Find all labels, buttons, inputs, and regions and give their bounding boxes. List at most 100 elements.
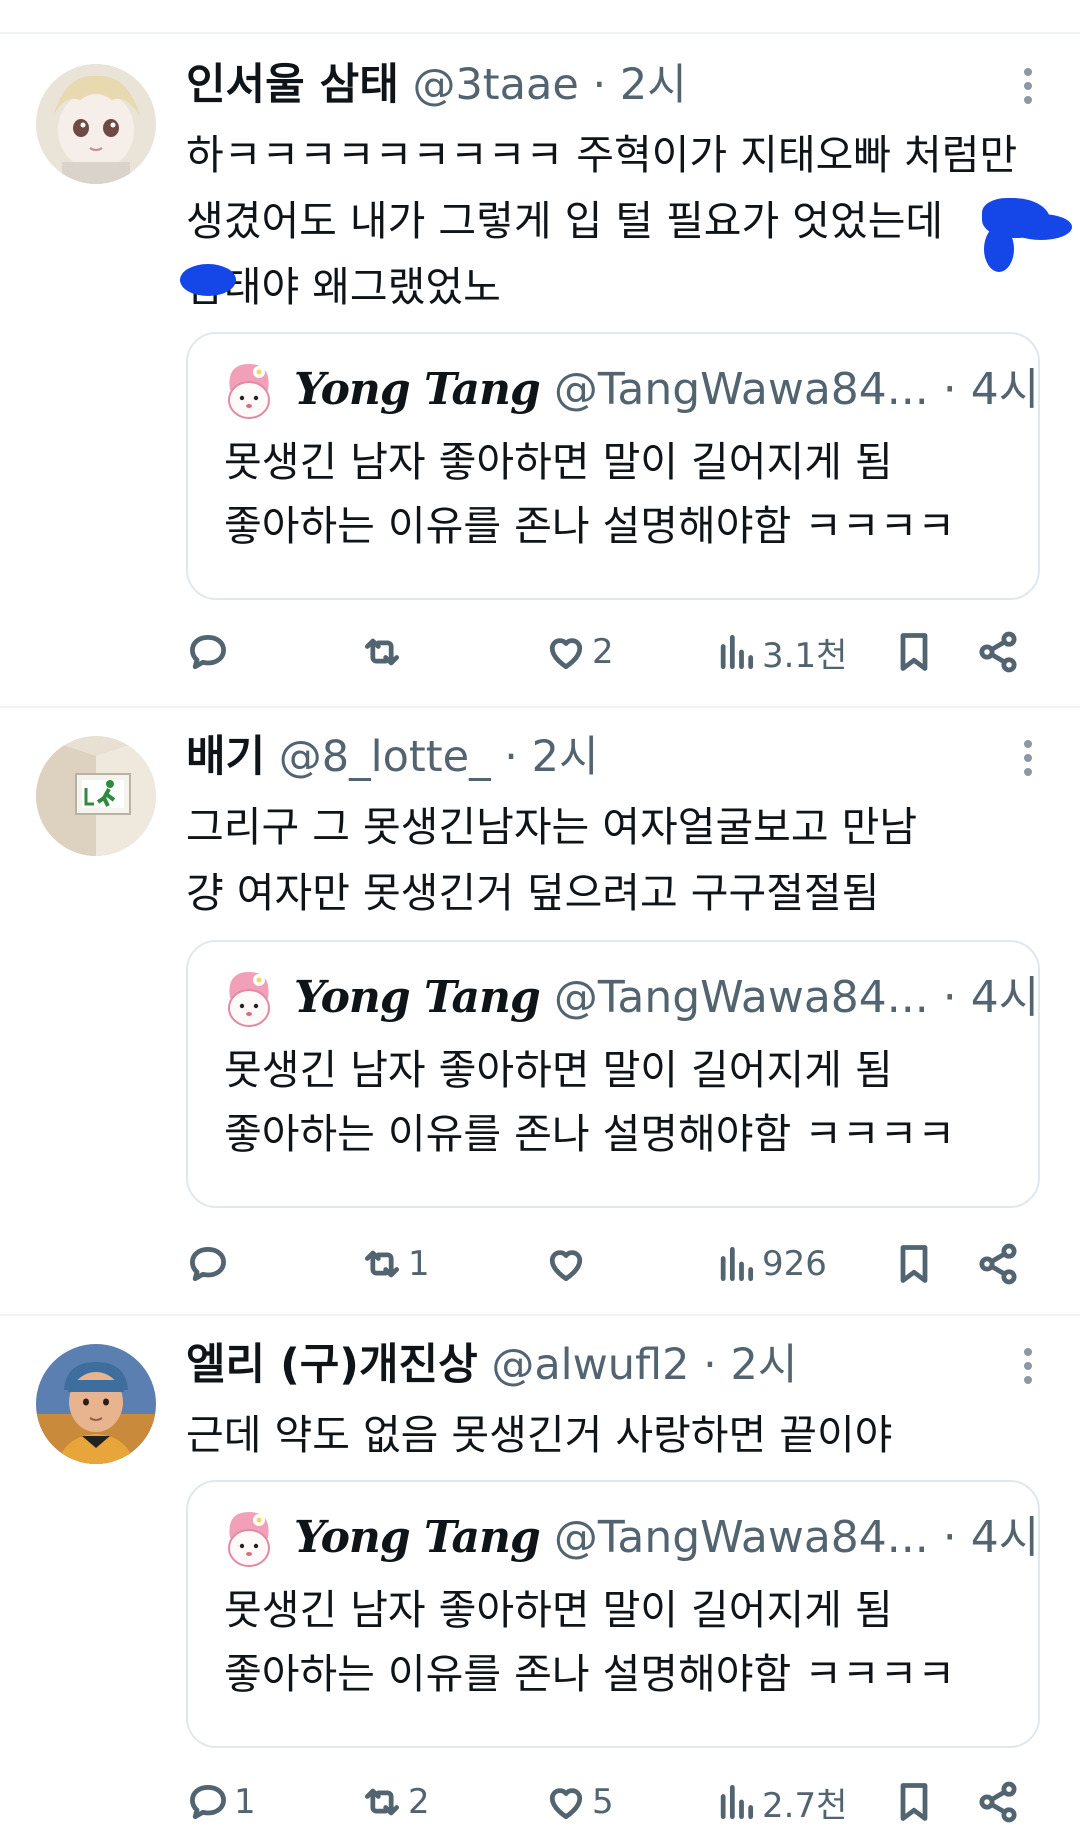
retweet-button[interactable]: 1 [360,1234,430,1294]
post-text: 하ㅋㅋㅋㅋㅋㅋㅋㅋㅋ 주혁이가 지태오빠 처럼만 생겼어도 내가 그렇게 입 털… [186,122,1017,320]
quoted-time: · 4시 [942,364,1040,415]
post-text-line: 삼태야 왜그랬었노 [186,263,501,311]
quoted-time: · 4시 [942,972,1040,1023]
retweet-button[interactable]: 2 [360,1772,430,1832]
share-button[interactable] [976,622,1020,682]
quoted-author-name: Yong Tang [294,972,541,1023]
like-button[interactable]: 2 [544,622,614,682]
action-bar: 1 2 5 2.7천 [186,1772,1026,1832]
bookmark-button[interactable] [892,622,936,682]
redaction-mark [1010,214,1072,240]
post-1[interactable]: 인서울 삼태 @3taae · 2시 하ㅋㅋㅋㅋㅋㅋㅋㅋㅋ 주혁이가 지태오빠 … [0,36,1080,708]
heart-icon [549,1250,583,1282]
post-time[interactable]: 2시 [620,60,687,110]
redaction-mark [180,264,236,296]
author-handle[interactable]: @3taae [412,60,578,110]
reply-button[interactable] [186,1234,234,1294]
bookmark-button[interactable] [892,1234,936,1294]
more-icon[interactable] [1022,740,1034,780]
quoted-text-line: 못생긴 남자 좋아하면 말이 길어지게 됨 [224,438,893,486]
more-icon[interactable] [1022,68,1034,108]
post-time[interactable]: 2시 [532,732,599,782]
post-time[interactable]: 2시 [731,1340,798,1390]
avatar[interactable] [36,1344,156,1464]
retweet-icon [364,1788,400,1816]
heart-icon [549,638,583,670]
quoted-avatar [222,968,276,1032]
quoted-author-name: Yong Tang [294,364,541,415]
share-icon [979,1781,1017,1823]
quoted-header: Yong Tang @TangWawa84... · 4시 [294,964,1039,1032]
avatar[interactable] [36,64,156,184]
post-header: 인서울 삼태 @3taae · 2시 [186,54,687,116]
action-bar: 2 3.1천 [186,622,1026,682]
share-icon [979,1243,1017,1285]
bookmark-icon [900,1783,928,1821]
quoted-header: Yong Tang @TangWawa84... · 4시 [294,1504,1039,1572]
quoted-avatar [222,360,276,424]
quoted-text-line: 좋아하는 이유를 존나 설명해야함 ㅋㅋㅋㅋ [224,1650,956,1698]
reply-icon [190,1784,226,1820]
post-3[interactable]: 엘리 (구)개진상 @alwufl2 · 2시 근데 약도 없음 못생긴거 사랑… [0,1316,1080,1845]
quoted-avatar [222,1508,276,1572]
post-2[interactable]: 배기 @8_lotte_ · 2시 그리구 그 못생긴남자는 여자얼굴보고 만남… [0,708,1080,1316]
retweet-icon [364,1250,400,1278]
views-button[interactable]: 926 [714,1234,827,1294]
retweet-count: 1 [408,1244,430,1284]
quoted-post[interactable]: Yong Tang @TangWawa84... · 4시 못생긴 남자 좋아하… [186,1480,1040,1748]
quoted-author-handle: @TangWawa84... [553,972,929,1023]
quoted-text-line: 좋아하는 이유를 존나 설명해야함 ㅋㅋㅋㅋ [224,502,956,550]
quoted-author-handle: @TangWawa84... [553,1512,929,1563]
quoted-post[interactable]: Yong Tang @TangWawa84... · 4시 못생긴 남자 좋아하… [186,332,1040,600]
author-name[interactable]: 배기 [186,732,265,782]
views-icon [720,1246,754,1282]
bookmark-icon [900,1245,928,1283]
quoted-text-line: 좋아하는 이유를 존나 설명해야함 ㅋㅋㅋㅋ [224,1110,956,1158]
heart-icon [549,1788,583,1820]
quoted-author-handle: @TangWawa84... [553,364,929,415]
views-icon [720,634,754,670]
post-text: 근데 약도 없음 못생긴거 사랑하면 끝이야 [186,1402,1006,1468]
separator-dot: · [504,732,518,782]
separator-dot: · [703,1340,717,1390]
share-icon [979,631,1017,673]
top-divider [0,32,1080,34]
author-handle[interactable]: @8_lotte_ [279,732,491,782]
author-name[interactable]: 인서울 삼태 [186,60,399,110]
post-text-line: 생겼어도 내가 그렇게 입 털 필요가 엇었는데 [186,197,944,245]
views-icon [720,1784,754,1820]
reply-icon [190,1246,226,1282]
views-count: 2.7천 [762,1785,848,1826]
quoted-post[interactable]: Yong Tang @TangWawa84... · 4시 못생긴 남자 좋아하… [186,940,1040,1208]
author-handle[interactable]: @alwufl2 [491,1340,689,1390]
like-count: 5 [592,1782,614,1822]
views-count: 926 [762,1244,827,1284]
more-icon[interactable] [1022,1348,1034,1388]
post-header: 엘리 (구)개진상 @alwufl2 · 2시 [186,1334,797,1396]
views-button[interactable]: 3.1천 [714,622,847,682]
quoted-author-name: Yong Tang [294,1512,541,1563]
quoted-text: 못생긴 남자 좋아하면 말이 길어지게 됨 좋아하는 이유를 존나 설명해야함 … [224,1038,955,1166]
bookmark-icon [900,633,928,671]
reply-icon [190,634,226,670]
redaction-mark [984,226,1014,272]
retweet-count: 2 [408,1782,430,1822]
views-count: 3.1천 [762,635,848,676]
share-button[interactable] [976,1772,1020,1832]
bookmark-button[interactable] [892,1772,936,1832]
avatar[interactable] [36,736,156,856]
share-button[interactable] [976,1234,1020,1294]
separator-dot: · [592,60,607,110]
retweet-button[interactable] [360,622,408,682]
retweet-icon [364,638,400,666]
reply-button[interactable]: 1 [186,1772,256,1832]
like-button[interactable] [544,1234,592,1294]
post-text-line: 그리구 그 못생긴남자는 여자얼굴보고 만남 [186,803,918,851]
post-header: 배기 @8_lotte_ · 2시 [186,726,599,788]
action-bar: 1 926 [186,1234,1026,1294]
reply-button[interactable] [186,622,234,682]
author-name[interactable]: 엘리 (구)개진상 [186,1340,478,1390]
quoted-text: 못생긴 남자 좋아하면 말이 길어지게 됨 좋아하는 이유를 존나 설명해야함 … [224,1578,955,1706]
like-button[interactable]: 5 [544,1772,614,1832]
views-button[interactable]: 2.7천 [714,1772,847,1832]
